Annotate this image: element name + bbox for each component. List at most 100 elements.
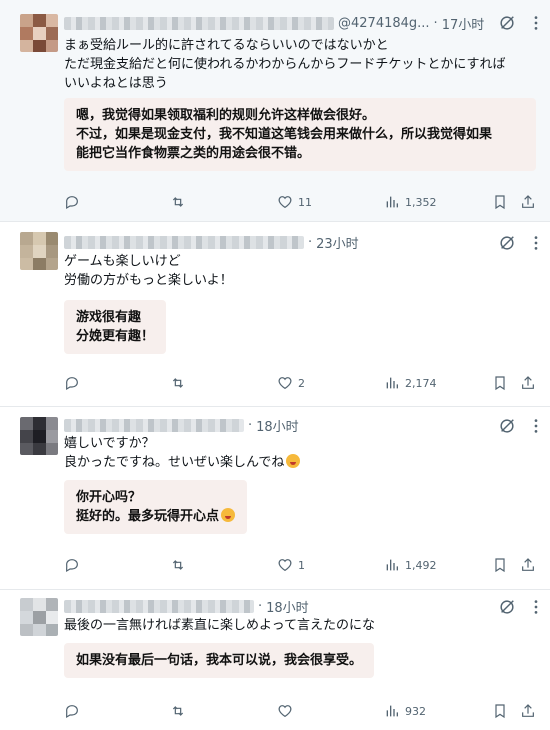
avatar-pixel [20, 14, 33, 27]
post-time[interactable]: 18小时 [256, 416, 299, 435]
avatar-pixel [33, 443, 46, 455]
more-options-icon[interactable] [530, 417, 542, 435]
translation-box: 如果没有最后一句话，我本可以说，我会很享受。 [64, 643, 375, 678]
blurred-display-name[interactable] [64, 16, 334, 30]
views-button[interactable]: 1,352 [384, 191, 437, 213]
share-button[interactable] [520, 191, 536, 213]
blurred-display-name[interactable] [64, 235, 304, 249]
share-icon [522, 195, 534, 208]
repost-button[interactable] [170, 554, 191, 576]
views-button[interactable]: 1,492 [384, 554, 437, 576]
avatar[interactable] [20, 417, 58, 455]
bookmark-button[interactable] [492, 372, 508, 394]
post-1[interactable]: @4274184g... · 17小时 まぁ受給ルール的に許されてるならいいので… [0, 0, 550, 222]
more-options-icon[interactable] [530, 598, 542, 616]
avatar-pixel [33, 624, 46, 636]
reply-button[interactable] [64, 372, 85, 394]
bookmark-button[interactable] [492, 191, 508, 213]
like-count: 11 [298, 195, 312, 209]
avatar-pixel [20, 624, 33, 636]
avatar-pixel [33, 417, 46, 430]
avatar-pixel [20, 430, 33, 443]
repost-icon [172, 706, 184, 716]
view-count: 2,174 [405, 376, 437, 390]
views-button[interactable]: 2,174 [384, 372, 437, 394]
avatar[interactable] [20, 14, 58, 52]
post-time[interactable]: 18小时 [266, 597, 309, 616]
translation-line: 嗯，我觉得如果领取福利的规则允许这样做会很好。 [76, 108, 376, 123]
analytics-icon [386, 559, 398, 571]
avatar-pixel [33, 40, 46, 52]
avatar-pixel [33, 611, 46, 624]
separator-dot: · [248, 417, 253, 433]
view-count: 932 [405, 704, 426, 718]
user-handle[interactable]: @4274184g... [338, 16, 430, 31]
reply-button[interactable] [64, 554, 85, 576]
like-button[interactable]: 1 [277, 554, 305, 576]
post-time[interactable]: 23小时 [316, 233, 359, 252]
share-icon [522, 376, 534, 389]
more-options-icon[interactable] [530, 234, 542, 252]
grok-icon[interactable] [498, 234, 516, 252]
bookmark-icon [495, 195, 505, 210]
views-button[interactable]: 932 [384, 700, 426, 722]
repost-button[interactable] [170, 191, 191, 213]
reply-button[interactable] [64, 191, 85, 213]
like-button[interactable]: 2 [277, 372, 305, 394]
post-2[interactable]: · 23小时 ゲームも楽しいけど 労働の方がもっと楽しいよ！ 游戏很有趣 分娩更… [0, 222, 550, 407]
blurred-display-name[interactable] [64, 599, 254, 613]
post-time[interactable]: 17小时 [442, 14, 485, 33]
avatar-pixel [33, 232, 46, 245]
share-button[interactable] [520, 700, 536, 722]
grinning-emoji-icon [221, 508, 236, 522]
translation-line: 挺好的。最多玩得开心点 [76, 507, 236, 526]
avatar-pixel [20, 232, 33, 245]
action-bar: 932 [64, 700, 536, 722]
bookmark-icon [495, 704, 505, 719]
translation-line: 分娩更有趣！ [76, 329, 155, 344]
avatar-pixel [33, 245, 46, 258]
like-button[interactable] [277, 700, 298, 722]
post-text: まぁ受給ルール的に許されてるならいいのではないかと ただ現金支給だと何に使われる… [64, 36, 505, 93]
share-icon [522, 558, 534, 571]
like-button[interactable]: 11 [277, 191, 312, 213]
view-count: 1,492 [405, 558, 437, 572]
bookmark-button[interactable] [492, 554, 508, 576]
post-header: · 18小时 [64, 415, 299, 435]
grok-icon[interactable] [498, 598, 516, 616]
share-button[interactable] [520, 554, 536, 576]
share-button[interactable] [520, 372, 536, 394]
post-3[interactable]: · 18小时 嬉しいですか？ 良かったですね。せいぜい楽しんでね 你开心吗？ 挺… [0, 407, 550, 590]
heart-icon [278, 705, 292, 718]
avatar-pixel [46, 40, 58, 52]
repost-button[interactable] [170, 700, 191, 722]
post-text-line: いいよねとは思う [64, 76, 168, 91]
avatar[interactable] [20, 598, 58, 636]
translation-line: 能把它当作食物票之类的用途会很不错。 [76, 146, 311, 161]
more-options-icon[interactable] [530, 14, 542, 32]
post-4[interactable]: · 18小时 最後の一言無ければ素直に楽しめよって言えたのにな 如果没有最后一句… [0, 590, 550, 730]
avatar-pixel [46, 430, 58, 443]
avatar-pixel [33, 27, 46, 40]
heart-icon [278, 377, 292, 390]
avatar-pixel [20, 258, 33, 270]
repost-button[interactable] [170, 372, 191, 394]
grok-icon[interactable] [498, 417, 516, 435]
avatar-pixel [46, 245, 58, 258]
post-text: 最後の一言無ければ素直に楽しめよって言えたのにな [64, 616, 375, 635]
analytics-icon [386, 705, 398, 717]
bookmark-button[interactable] [492, 700, 508, 722]
heart-icon [278, 559, 292, 572]
grok-icon[interactable] [498, 14, 516, 32]
avatar-pixel [20, 443, 33, 455]
post-text-line: ただ現金支給だと何に使われるかわからんからフードチケットとかにすれば [64, 57, 506, 72]
analytics-icon [386, 377, 398, 389]
blurred-display-name[interactable] [64, 418, 244, 432]
post-text-line: 良かったですね。せいぜい楽しんでね [64, 453, 301, 472]
reply-button[interactable] [64, 700, 85, 722]
avatar-pixel [46, 258, 58, 270]
avatar[interactable] [20, 232, 58, 270]
repost-icon [172, 560, 184, 570]
view-count: 1,352 [405, 195, 437, 209]
reply-icon [66, 377, 78, 391]
